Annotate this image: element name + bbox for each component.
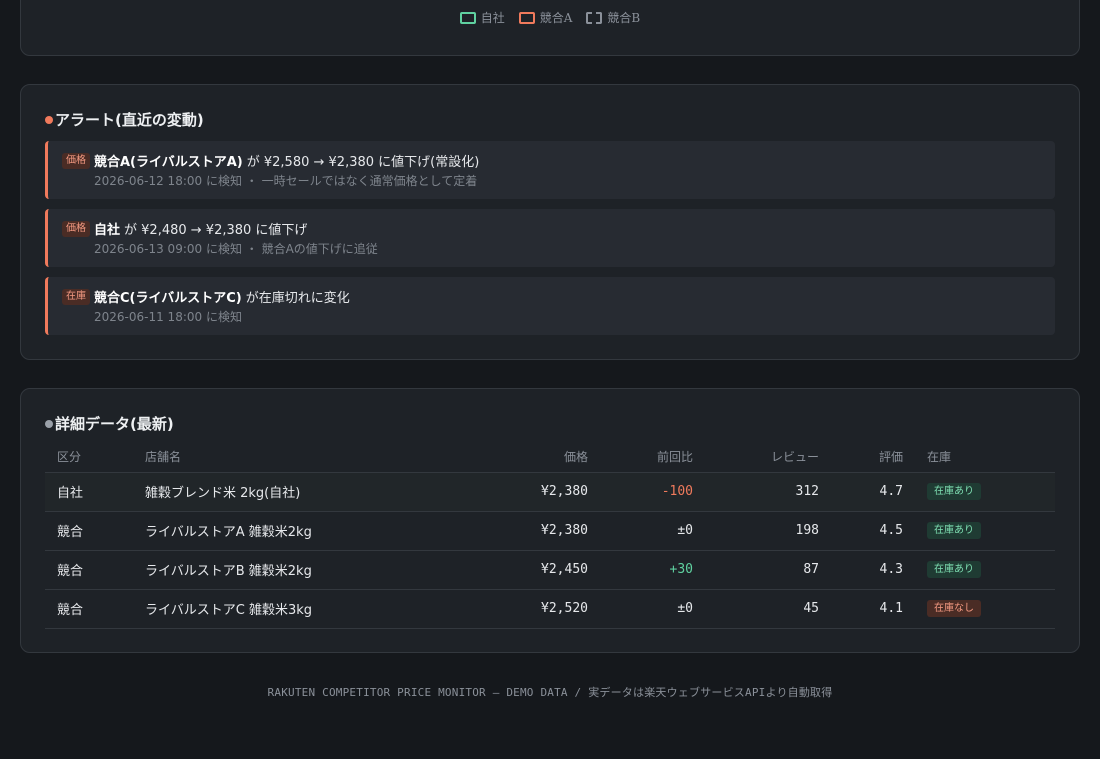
legend-label: 競合B bbox=[607, 11, 641, 25]
alert-meta-text: に検知 ・ 競合Aの値下げに追従 bbox=[202, 242, 378, 256]
cell-kind: 自社 bbox=[45, 472, 133, 512]
cell-store: ライバルストアB 雑穀米2kg bbox=[133, 550, 458, 590]
chart-card: 自社 競合A 競合B bbox=[20, 0, 1080, 56]
cell-stock: 在庫あり bbox=[915, 511, 1055, 551]
stock-badge: 在庫なし bbox=[927, 600, 981, 617]
table-row[interactable]: 自社 雑穀ブレンド米 2kg(自社) ¥2,380 -100 312 4.7 在… bbox=[45, 472, 1055, 512]
legend-label: 自社 bbox=[480, 11, 505, 25]
cell-store: ライバルストアC 雑穀米3kg bbox=[133, 589, 458, 629]
alert-tag: 在庫 bbox=[62, 288, 90, 305]
cell-stock: 在庫あり bbox=[915, 550, 1055, 590]
cell-reviews: 87 bbox=[705, 550, 831, 590]
cell-kind: 競合 bbox=[45, 511, 133, 551]
cell-price: ¥2,380 bbox=[458, 472, 600, 512]
cell-kind: 競合 bbox=[45, 550, 133, 590]
alert-dot-icon bbox=[45, 115, 53, 124]
legend-item-competitor-a[interactable]: 競合A bbox=[518, 9, 573, 26]
alert-subject: 競合C(ライバルストアC) bbox=[94, 291, 242, 306]
alert-meta: 2026-06-13 09:00 に検知 ・ 競合Aの値下げに追従 bbox=[94, 240, 378, 257]
alert-meta: 2026-06-12 18:00 に検知 ・ 一時セールではなく通常価格として定… bbox=[94, 172, 477, 189]
details-dot-icon bbox=[45, 419, 53, 428]
cell-reviews: 312 bbox=[705, 472, 831, 512]
column-header-store[interactable]: 店舗名 bbox=[133, 441, 458, 473]
legend-item-competitor-b[interactable]: 競合B bbox=[586, 9, 640, 26]
stock-badge: 在庫あり bbox=[927, 522, 981, 539]
alert-meta: 2026-06-11 18:00 に検知 bbox=[94, 308, 242, 325]
alert-text: が在庫切れに変化 bbox=[245, 291, 350, 306]
cell-price: ¥2,520 bbox=[458, 589, 600, 629]
cell-reviews: 45 bbox=[705, 589, 831, 629]
legend-item-self[interactable]: 自社 bbox=[459, 9, 505, 26]
column-header-reviews[interactable]: レビュー bbox=[705, 441, 831, 473]
footer-note: RAKUTEN COMPETITOR PRICE MONITOR — DEMO … bbox=[267, 686, 833, 699]
alert-item[interactable]: 価格 競合A(ライバルストアA) が ¥2,580 → ¥2,380 に値下げ(… bbox=[45, 141, 1055, 199]
alert-headline: 価格 競合A(ライバルストアA) が ¥2,580 → ¥2,380 に値下げ(… bbox=[62, 151, 479, 170]
legend-swatch-competitor-b bbox=[586, 11, 603, 24]
cell-change: -100 bbox=[600, 472, 705, 512]
cell-rating: 4.1 bbox=[831, 589, 915, 629]
details-table: 区分 店舗名 価格 前回比 レビュー 評価 在庫 自社 雑穀ブレンド米 2kg(… bbox=[45, 441, 1055, 629]
cell-price: ¥2,380 bbox=[458, 511, 600, 551]
alert-text: が ¥2,580 → ¥2,380 に値下げ(常設化) bbox=[246, 155, 480, 170]
table-row[interactable]: 競合 ライバルストアA 雑穀米2kg ¥2,380 ±0 198 4.5 在庫あ… bbox=[45, 511, 1055, 551]
alert-time: 2026-06-11 18:00 bbox=[94, 310, 203, 324]
column-header-change[interactable]: 前回比 bbox=[600, 441, 705, 473]
cell-rating: 4.5 bbox=[831, 511, 915, 551]
alerts-card: アラート(直近の変動) 価格 競合A(ライバルストアA) が ¥2,580 → … bbox=[20, 84, 1080, 360]
chart-legend: 自社 競合A 競合B bbox=[21, 9, 1079, 26]
stock-badge: 在庫あり bbox=[927, 561, 981, 578]
details-title: 詳細データ(最新) bbox=[45, 413, 174, 434]
alert-item[interactable]: 価格 自社 が ¥2,480 → ¥2,380 に値下げ 2026-06-13 … bbox=[45, 209, 1055, 267]
alert-subject: 競合A(ライバルストアA) bbox=[94, 155, 243, 170]
alert-subject: 自社 bbox=[94, 223, 121, 238]
alert-tag: 価格 bbox=[62, 220, 90, 237]
column-header-rating[interactable]: 評価 bbox=[831, 441, 915, 473]
alerts-title-text: アラート(直近の変動) bbox=[55, 111, 204, 129]
cell-rating: 4.3 bbox=[831, 550, 915, 590]
cell-reviews: 198 bbox=[705, 511, 831, 551]
column-header-price[interactable]: 価格 bbox=[458, 441, 600, 473]
alert-item[interactable]: 在庫 競合C(ライバルストアC) が在庫切れに変化 2026-06-11 18:… bbox=[45, 277, 1055, 335]
alerts-title: アラート(直近の変動) bbox=[45, 109, 204, 130]
cell-change: +30 bbox=[600, 550, 705, 590]
legend-label: 競合A bbox=[539, 11, 573, 25]
cell-price: ¥2,450 bbox=[458, 550, 600, 590]
alert-meta-text: に検知 ・ 一時セールではなく通常価格として定着 bbox=[202, 174, 478, 188]
column-header-kind[interactable]: 区分 bbox=[45, 441, 133, 473]
details-card: 詳細データ(最新) 区分 店舗名 価格 前回比 レビュー 評価 在庫 自社 雑穀… bbox=[20, 388, 1080, 653]
legend-swatch-self bbox=[459, 11, 476, 24]
table-row[interactable]: 競合 ライバルストアC 雑穀米3kg ¥2,520 ±0 45 4.1 在庫なし bbox=[45, 589, 1055, 629]
cell-change: ±0 bbox=[600, 511, 705, 551]
alert-meta-text: に検知 bbox=[202, 310, 242, 324]
cell-store: 雑穀ブレンド米 2kg(自社) bbox=[133, 472, 458, 512]
alert-text: が ¥2,480 → ¥2,380 に値下げ bbox=[124, 223, 308, 238]
alert-time: 2026-06-12 18:00 bbox=[94, 174, 203, 188]
cell-store: ライバルストアA 雑穀米2kg bbox=[133, 511, 458, 551]
cell-kind: 競合 bbox=[45, 589, 133, 629]
stock-badge: 在庫あり bbox=[927, 483, 981, 500]
column-header-stock[interactable]: 在庫 bbox=[915, 441, 1055, 473]
details-title-text: 詳細データ(最新) bbox=[55, 415, 174, 433]
table-row[interactable]: 競合 ライバルストアB 雑穀米2kg ¥2,450 +30 87 4.3 在庫あ… bbox=[45, 550, 1055, 590]
cell-change: ±0 bbox=[600, 589, 705, 629]
legend-swatch-competitor-a bbox=[518, 11, 535, 24]
cell-stock: 在庫なし bbox=[915, 589, 1055, 629]
cell-stock: 在庫あり bbox=[915, 472, 1055, 512]
alert-headline: 在庫 競合C(ライバルストアC) が在庫切れに変化 bbox=[62, 287, 350, 306]
alert-tag: 価格 bbox=[62, 152, 90, 169]
table-header-row: 区分 店舗名 価格 前回比 レビュー 評価 在庫 bbox=[45, 441, 1055, 473]
alert-headline: 価格 自社 が ¥2,480 → ¥2,380 に値下げ bbox=[62, 219, 307, 238]
alert-time: 2026-06-13 09:00 bbox=[94, 242, 203, 256]
cell-rating: 4.7 bbox=[831, 472, 915, 512]
